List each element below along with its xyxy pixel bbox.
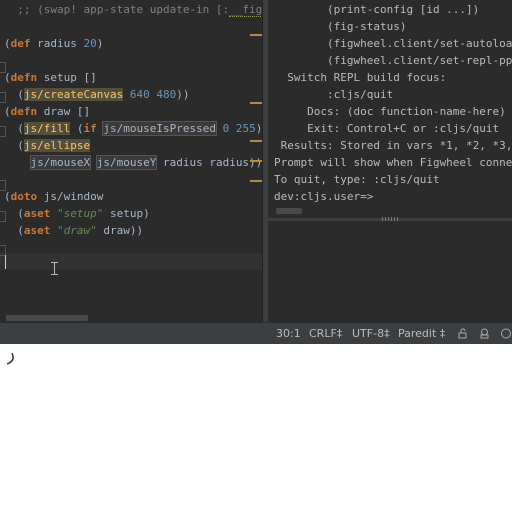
ibeam-cursor-icon [51, 262, 58, 275]
repl-line: (fig-status) [274, 20, 407, 33]
code-token: "draw" [57, 224, 97, 237]
code-token: defn [10, 71, 38, 84]
code-line[interactable]: (doto js/window [4, 188, 103, 205]
code-token: ( [4, 88, 24, 101]
repl-line: Docs: (doc function-name-here) [274, 105, 506, 118]
code-line[interactable]: (js/createCanvas 640 480)) [4, 86, 189, 103]
inspector-icon[interactable] [479, 328, 490, 339]
code-token: def [10, 37, 31, 50]
code-token: )) [176, 88, 190, 101]
code-token: js/mouseIsPressed [102, 121, 217, 136]
fold-marker[interactable] [0, 180, 6, 191]
repl-line: Switch REPL build focus: [274, 71, 447, 84]
gutter-marker[interactable] [250, 140, 262, 142]
code-token: ) [96, 37, 104, 50]
cursor-position[interactable]: 30:1 [276, 323, 301, 344]
editing-mode-selector[interactable]: Paredit ‡ [398, 323, 445, 344]
repl-line: Prompt will show when Figwheel connects [274, 156, 512, 169]
code-token: if [83, 122, 97, 135]
encoding-selector[interactable]: UTF-8‡ [352, 323, 390, 344]
code-token: ( [4, 207, 24, 220]
code-token: draw)) [96, 224, 144, 237]
code-token: setup) [103, 207, 150, 220]
repl-input-area[interactable] [268, 221, 512, 322]
fold-marker[interactable] [0, 92, 6, 103]
repl-line: Exit: Control+C or :cljs/quit [274, 122, 500, 135]
code-token: 20 [83, 37, 97, 50]
lock-icon[interactable] [458, 328, 469, 339]
code-token: __figwhee [229, 3, 262, 17]
fold-marker[interactable] [0, 211, 6, 222]
code-editor[interactable]: ;; (swap! app-state update-in [:__figwhe… [0, 0, 262, 322]
code-token: ( [4, 139, 24, 152]
code-token: js/mouseY [95, 155, 158, 170]
code-line[interactable]: (defn draw [] [4, 103, 90, 120]
code-token: aset [23, 224, 51, 237]
code-line[interactable]: (aset "draw" draw)) [4, 222, 143, 239]
code-line[interactable]: js/mouseX js/mouseY radius radius)) [4, 154, 262, 171]
repl-horizontal-scrollbar[interactable] [276, 208, 302, 214]
fold-marker[interactable] [0, 62, 6, 73]
gutter-marker[interactable] [250, 160, 262, 162]
code-token: draw [] [37, 105, 91, 118]
code-token: ( [4, 224, 24, 237]
repl-line: (print-config [id ...]) [274, 3, 480, 16]
code-token: ( [70, 122, 84, 135]
code-token: 255 [235, 122, 256, 135]
code-token: setup [] [37, 71, 97, 84]
code-token: js/window [37, 190, 104, 203]
code-line[interactable]: (js/ellipse [4, 137, 91, 154]
code-token: js/mouseX [29, 155, 92, 170]
code-line[interactable]: (aset "setup" setup) [4, 205, 150, 222]
code-token: aset [23, 207, 51, 220]
code-token: "setup" [57, 207, 104, 220]
code-token: radius [30, 37, 84, 50]
repl-line: dev:cljs.user=> [274, 190, 374, 203]
repl-line: :cljs/quit [274, 88, 394, 101]
line-separator-selector[interactable]: CRLF‡ [309, 323, 342, 344]
code-line[interactable]: ;; (swap! app-state update-in [:__figwhe… [4, 1, 262, 18]
gutter-marker[interactable] [250, 102, 262, 104]
repl-line: Results: Stored in vars *1, *2, *3, *e [274, 139, 512, 152]
code-token: ( [4, 190, 11, 203]
code-token: ( [4, 37, 11, 50]
repl-line: (figwheel.client/set-autoload [274, 37, 512, 50]
code-token: ( [4, 122, 24, 135]
code-token: ;; (swap! app-state update-in [: [17, 3, 230, 16]
current-line-highlight [0, 253, 262, 270]
ide-window: ;; (swap! app-state update-in [:__figwhe… [0, 0, 512, 344]
code-token: 480 [156, 88, 177, 101]
bracket-glyph-icon [6, 352, 14, 365]
text-caret [5, 255, 6, 269]
gutter-marker[interactable] [250, 34, 262, 36]
repl-output[interactable]: (print-config [id ...]) (fig-status) (fi… [268, 0, 512, 218]
code-token: doto [10, 190, 38, 203]
code-token: radius radius)) [156, 156, 262, 169]
code-token: ( [4, 105, 11, 118]
repl-line: (figwheel.client/set-repl-ppri [274, 54, 512, 67]
code-line[interactable]: (defn setup [] [4, 69, 97, 86]
fold-marker[interactable] [0, 126, 6, 137]
gutter-marker[interactable] [250, 180, 262, 182]
code-token: js/fill [23, 122, 71, 135]
code-token: 640 [129, 88, 150, 101]
editor-horizontal-scrollbar[interactable] [6, 315, 88, 321]
repl-line: To quit, type: :cljs/quit [274, 173, 440, 186]
code-token: js/createCanvas [23, 88, 124, 101]
status-bar: 30:1 CRLF‡ UTF-8‡ Paredit ‡ [0, 322, 512, 344]
code-line[interactable]: (js/fill (if js/mouseIsPressed 0 255)) [4, 120, 262, 137]
notifications-icon[interactable] [500, 328, 511, 339]
code-token: js/ellipse [23, 139, 91, 152]
code-line[interactable]: (def radius 20) [4, 35, 103, 52]
code-token: defn [10, 105, 38, 118]
